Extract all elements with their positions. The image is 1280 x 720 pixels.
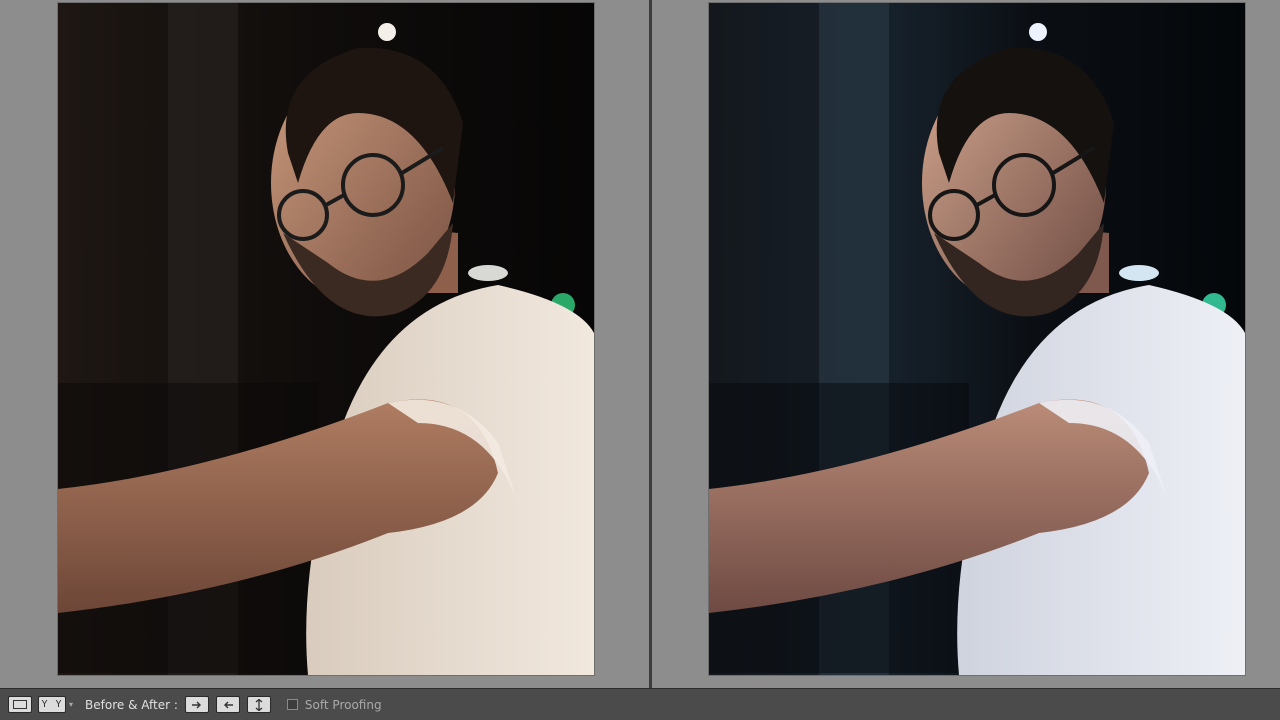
chevron-down-icon[interactable]: ▾ <box>69 700 73 709</box>
copy-before-to-after-button[interactable] <box>184 696 209 713</box>
yy-label: Y Y <box>41 699 63 710</box>
before-after-label: Before & After : <box>85 697 178 712</box>
arrow-left-icon <box>223 701 233 708</box>
swap-before-after-button[interactable] <box>246 696 271 713</box>
soft-proofing-label[interactable]: Soft Proofing <box>305 698 382 712</box>
before-after-view-button[interactable]: Y Y <box>38 696 66 713</box>
photo-after[interactable] <box>708 2 1246 676</box>
toolbar: Y Y ▾ Before & After : Soft Proofing <box>0 688 1280 720</box>
loupe-view-button[interactable] <box>8 696 32 713</box>
pane-divider <box>649 0 652 688</box>
photo-after-image <box>709 3 1245 675</box>
photo-before[interactable] <box>57 2 595 676</box>
copy-after-to-before-button[interactable] <box>215 696 240 713</box>
swap-icon <box>255 698 263 711</box>
loupe-view-icon <box>13 700 27 709</box>
soft-proofing-checkbox[interactable] <box>286 699 298 710</box>
compare-view <box>0 0 1280 688</box>
arrow-right-icon <box>191 701 201 708</box>
photo-before-image <box>58 3 594 675</box>
